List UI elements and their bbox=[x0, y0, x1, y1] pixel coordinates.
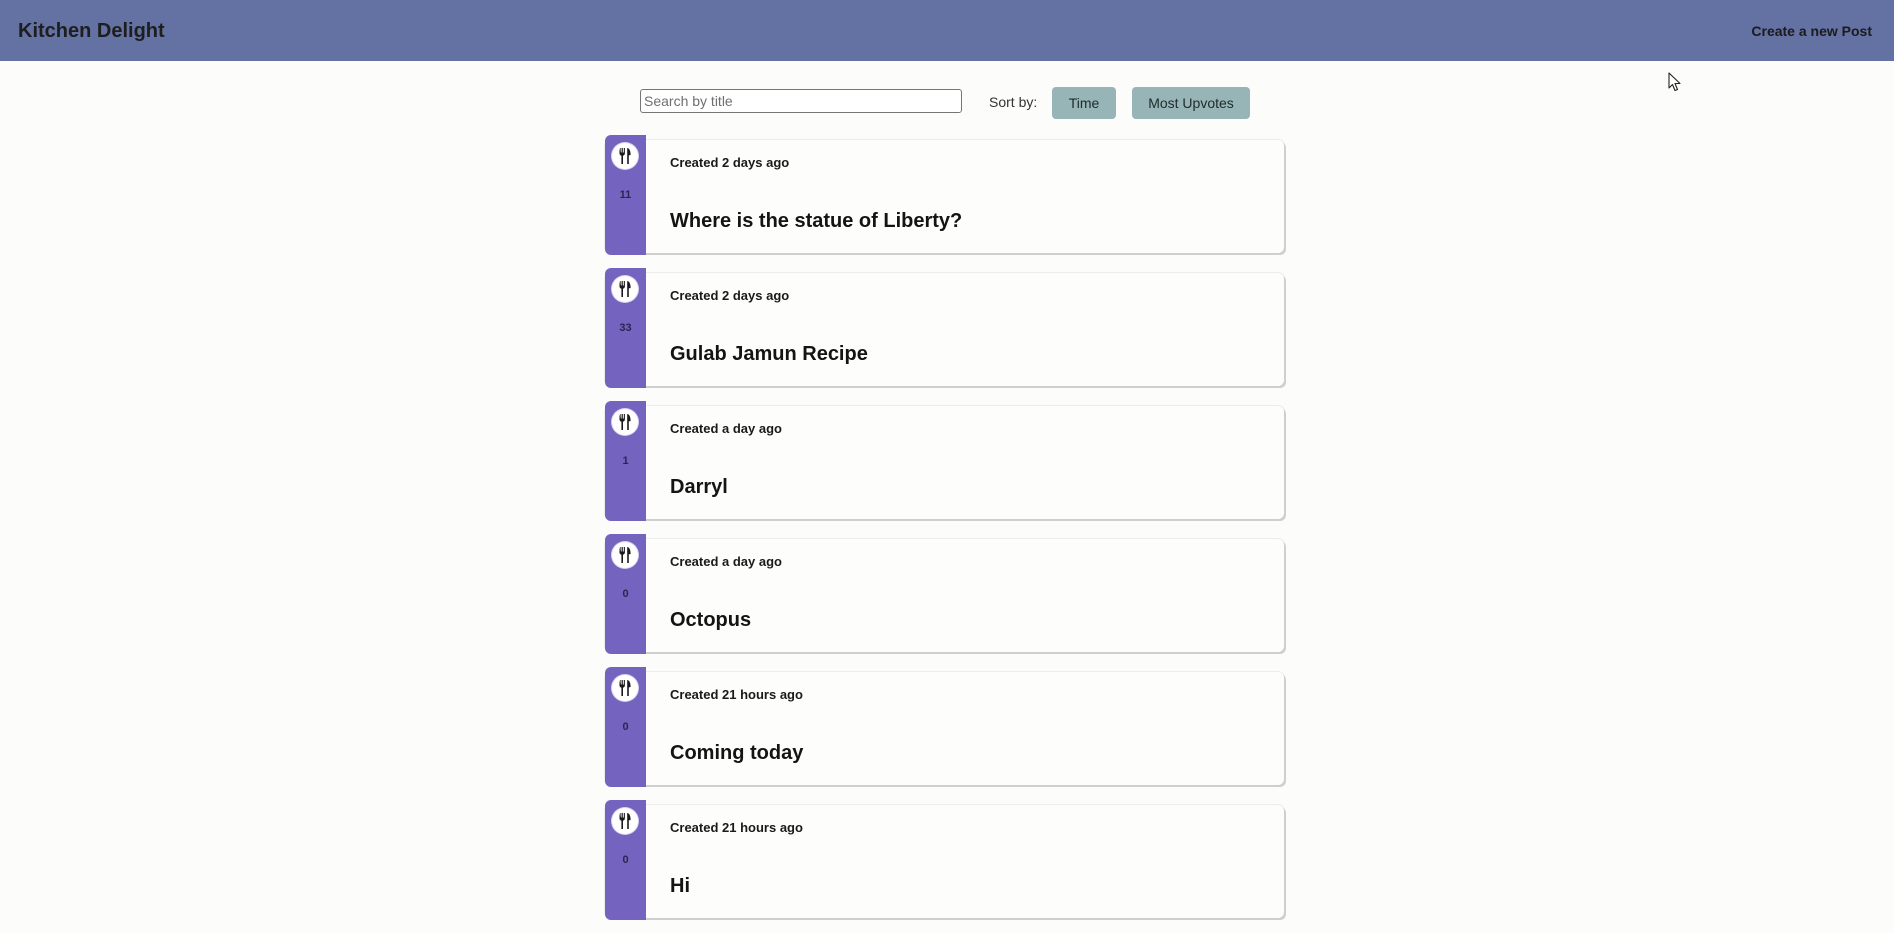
upvote-button[interactable] bbox=[612, 409, 638, 435]
upvote-button[interactable] bbox=[612, 276, 638, 302]
post-created-time: Created 2 days ago bbox=[670, 288, 790, 303]
post-item: 11 Created 2 days ago Where is the statu… bbox=[605, 135, 1287, 255]
create-post-link[interactable]: Create a new Post bbox=[1751, 22, 1872, 40]
upvote-button[interactable] bbox=[612, 143, 638, 169]
sort-by-time-button[interactable]: Time bbox=[1052, 87, 1116, 119]
post-title[interactable]: Darryl bbox=[670, 475, 728, 499]
vote-count: 0 bbox=[622, 588, 629, 600]
vote-count: 11 bbox=[619, 189, 632, 201]
vote-strip: 0 bbox=[605, 534, 646, 654]
upvote-button[interactable] bbox=[612, 675, 638, 701]
vote-count: 0 bbox=[622, 854, 629, 866]
vote-strip: 1 bbox=[605, 401, 646, 521]
sort-label: Sort by: bbox=[989, 94, 1038, 110]
fork-knife-icon bbox=[619, 813, 631, 829]
post-item: 33 Created 2 days ago Gulab Jamun Recipe bbox=[605, 268, 1287, 388]
vote-count: 0 bbox=[622, 721, 629, 733]
post-title[interactable]: Coming today bbox=[670, 741, 803, 765]
fork-knife-icon bbox=[619, 414, 631, 430]
fork-knife-icon bbox=[619, 680, 631, 696]
mouse-pointer-icon bbox=[1668, 72, 1681, 92]
search-sort-bar: Sort by: Time Most Upvotes bbox=[640, 87, 1250, 119]
upvote-button[interactable] bbox=[612, 542, 638, 568]
vote-strip: 11 bbox=[605, 135, 646, 255]
vote-count: 1 bbox=[622, 455, 629, 467]
vote-strip: 33 bbox=[605, 268, 646, 388]
post-item: 0 Created 21 hours ago Hi bbox=[605, 800, 1287, 920]
post-title[interactable]: Octopus bbox=[670, 608, 751, 632]
post-created-time: Created a day ago bbox=[670, 554, 782, 569]
post-item: 0 Created a day ago Octopus bbox=[605, 534, 1287, 654]
post-title[interactable]: Hi bbox=[670, 874, 690, 898]
top-nav-bar: Kitchen Delight Create a new Post bbox=[0, 0, 1894, 61]
post-created-time: Created 21 hours ago bbox=[670, 820, 803, 835]
upvote-button[interactable] bbox=[612, 808, 638, 834]
fork-knife-icon bbox=[619, 148, 631, 164]
post-item: 1 Created a day ago Darryl bbox=[605, 401, 1287, 521]
sort-by-upvotes-button[interactable]: Most Upvotes bbox=[1132, 87, 1250, 119]
post-feed: 11 Created 2 days ago Where is the statu… bbox=[605, 135, 1287, 933]
fork-knife-icon bbox=[619, 281, 631, 297]
post-created-time: Created 21 hours ago bbox=[670, 687, 803, 702]
post-item: 0 Created 21 hours ago Coming today bbox=[605, 667, 1287, 787]
search-input[interactable] bbox=[640, 89, 962, 113]
site-logo-title[interactable]: Kitchen Delight bbox=[18, 19, 165, 43]
vote-strip: 0 bbox=[605, 667, 646, 787]
post-created-time: Created a day ago bbox=[670, 421, 782, 436]
vote-strip: 0 bbox=[605, 800, 646, 920]
fork-knife-icon bbox=[619, 547, 631, 563]
vote-count: 33 bbox=[619, 322, 632, 334]
post-title[interactable]: Gulab Jamun Recipe bbox=[670, 342, 868, 366]
post-title[interactable]: Where is the statue of Liberty? bbox=[670, 209, 962, 233]
post-created-time: Created 2 days ago bbox=[670, 155, 790, 170]
